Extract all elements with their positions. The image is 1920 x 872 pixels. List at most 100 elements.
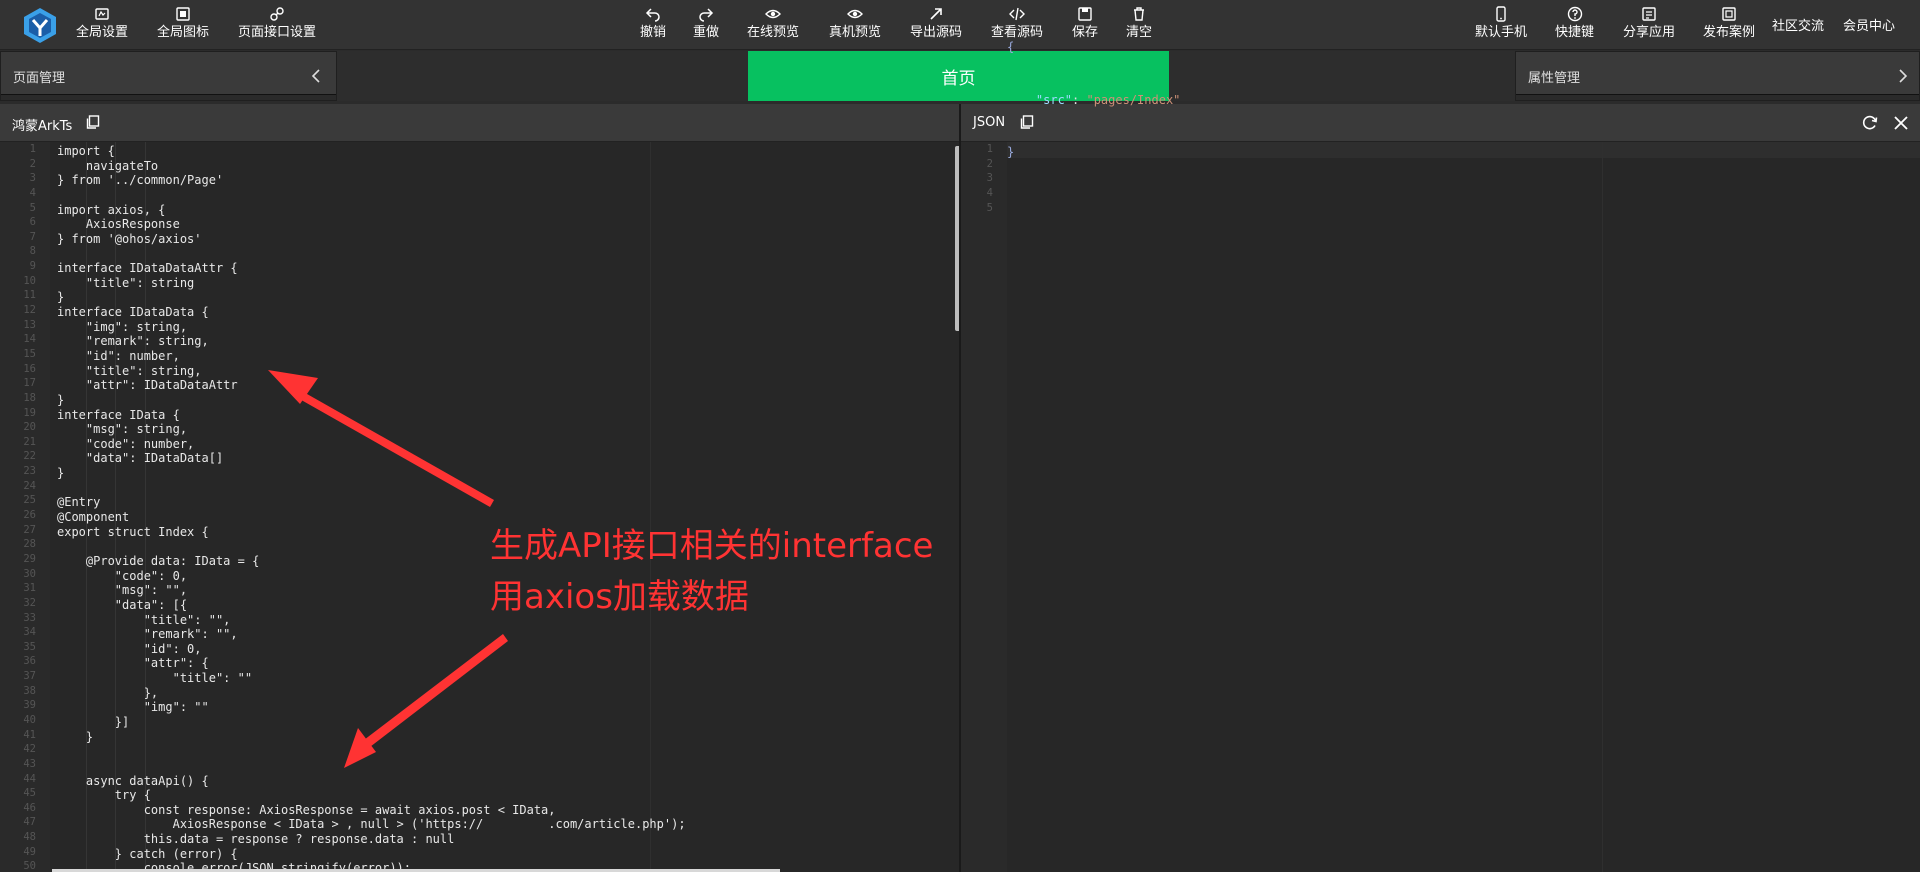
toolbar-left-button-0[interactable]: 全局设置: [76, 6, 128, 46]
export-icon: [928, 6, 944, 22]
line-number: 41: [23, 728, 36, 741]
toolbar-center-label: 导出源码: [910, 25, 963, 40]
code-line: this.data = response ? response.data : n…: [57, 832, 455, 847]
line-number: 13: [23, 318, 36, 331]
line-number: 1: [29, 143, 36, 155]
line-number: 29: [23, 552, 36, 565]
global-settings-icon: [94, 6, 110, 22]
code-line: AxiosResponse: [57, 217, 180, 232]
chevron-right-icon[interactable]: [1894, 68, 1910, 84]
help-icon: [1567, 6, 1583, 22]
member-center-link[interactable]: 会员中心: [1843, 15, 1895, 34]
json-editor-title: JSON: [973, 115, 1006, 130]
property-manage-panel[interactable]: 属性管理: [1515, 51, 1920, 101]
toolbar-center-button-0[interactable]: 撤销: [640, 6, 666, 46]
line-number: 44: [23, 772, 36, 785]
line-number: 28: [23, 538, 36, 551]
page-manage-panel[interactable]: 页面管理: [0, 51, 337, 101]
code-line: navigateTo: [57, 158, 159, 173]
line-number: 36: [23, 655, 36, 668]
code-line: }: [57, 729, 94, 744]
line-number: 1: [986, 143, 993, 155]
line-number: 42: [23, 743, 36, 756]
code-line: }: [57, 466, 65, 481]
line-number: 11: [23, 289, 36, 302]
code-line: "title": "": [57, 671, 253, 686]
line-number: 34: [23, 626, 36, 639]
line-number: 12: [23, 304, 36, 317]
line-number: 30: [23, 567, 36, 580]
toolbar-right-button-0[interactable]: 默认手机: [1475, 6, 1527, 46]
code-line: "img": string,: [57, 319, 188, 334]
arkts-editor-title: 鸿蒙ArkTs: [12, 119, 73, 134]
toolbar-right-label: 发布案例: [1703, 25, 1756, 40]
arkts-code-editor[interactable]: 1 2 3 4 5 6 7 8 9 10 11 12 13 14 15 16 17 18 19 20 21 22 23 24 2…: [0, 142, 959, 872]
line-number: 31: [23, 582, 36, 595]
json-code-editor[interactable]: 1 2 34 5: [961, 142, 1920, 872]
toolbar-right-label: 分享应用: [1623, 25, 1676, 40]
line-number: 2: [29, 157, 36, 170]
eye-icon: [847, 6, 863, 22]
global-icons-icon: [175, 6, 191, 22]
toolbar-center-button-1[interactable]: 重做: [693, 6, 719, 46]
arkts-code: import { navigateTo} from '../common/Pag…: [57, 144, 686, 872]
code-line: @Component: [57, 510, 130, 525]
json-key: "src": [1035, 92, 1073, 107]
toolbar-center-label: 在线预览: [747, 25, 800, 40]
toolbar-left-label: 全局图标: [157, 25, 210, 40]
toolbar-right-label: 默认手机: [1475, 25, 1528, 40]
line-number: 5: [29, 201, 36, 214]
toolbar-left-button-1[interactable]: 全局图标: [157, 6, 209, 46]
toolbar-left-button-2[interactable]: 页面接口设置: [238, 6, 316, 46]
line-number: 7: [29, 230, 36, 243]
line-number: 6: [29, 216, 36, 229]
close-icon[interactable]: [1892, 114, 1910, 132]
code-line: "id": number,: [57, 348, 180, 363]
app-logo-icon[interactable]: [20, 6, 60, 44]
line-number: 25: [23, 494, 36, 507]
annotation-line-1: 生成API接口相关的interface: [490, 526, 934, 566]
toolbar-center-button-3[interactable]: 真机预览: [829, 6, 881, 46]
line-number: 19: [23, 406, 36, 419]
panel-bar: 页面管理 首页 属性管理: [0, 51, 1920, 101]
toolbar-center-button-2[interactable]: 在线预览: [747, 6, 799, 46]
annotation-line-2: 用axios加载数据: [490, 577, 749, 617]
home-page-label: 首页: [941, 68, 976, 89]
json-code: { "src": "pages/Index" }: [1007, 2, 1180, 179]
code-line: } from '@ohos/axios': [57, 231, 202, 246]
toolbar-right-button-3[interactable]: 发布案例: [1703, 6, 1755, 46]
chevron-left-icon[interactable]: [309, 68, 325, 84]
line-number: 48: [23, 831, 36, 844]
toolbar-right-button-1[interactable]: 快捷键: [1555, 6, 1594, 46]
line-number: 27: [23, 523, 36, 536]
code-line: "img": "": [57, 700, 209, 715]
code-line: AxiosResponse < IData > , null > ('https…: [57, 817, 686, 832]
redo-icon: [698, 6, 714, 22]
line-number-gutter: 1 2 34 5: [961, 142, 1007, 872]
toolbar-center-button-4[interactable]: 导出源码: [910, 6, 962, 46]
eye-icon: [765, 6, 781, 22]
line-number: 3: [29, 172, 36, 185]
line-number: 33: [23, 611, 36, 624]
line-number: 9: [29, 260, 36, 273]
line-number: 47: [23, 816, 36, 829]
code-line: }]: [57, 714, 130, 729]
line-number: 10: [23, 274, 36, 287]
code-line: }: [57, 392, 65, 407]
refresh-icon[interactable]: [1861, 114, 1879, 132]
page-api-settings-icon: [269, 6, 285, 22]
line-number: 32: [23, 596, 36, 609]
code-line: import axios, {: [57, 202, 166, 217]
community-link[interactable]: 社区交流: [1772, 15, 1824, 34]
line-number: 37: [23, 670, 36, 683]
line-number: 24: [23, 479, 36, 492]
code-line: @Entry: [57, 495, 101, 510]
code-line: interface IData {: [57, 407, 180, 422]
line-number: 49: [23, 845, 36, 858]
line-number: 4: [29, 186, 36, 199]
code-line: "title": string,: [57, 363, 202, 378]
copy-icon[interactable]: [86, 115, 100, 129]
json-colon: :: [1072, 92, 1087, 107]
toolbar-right-button-2[interactable]: 分享应用: [1623, 6, 1675, 46]
